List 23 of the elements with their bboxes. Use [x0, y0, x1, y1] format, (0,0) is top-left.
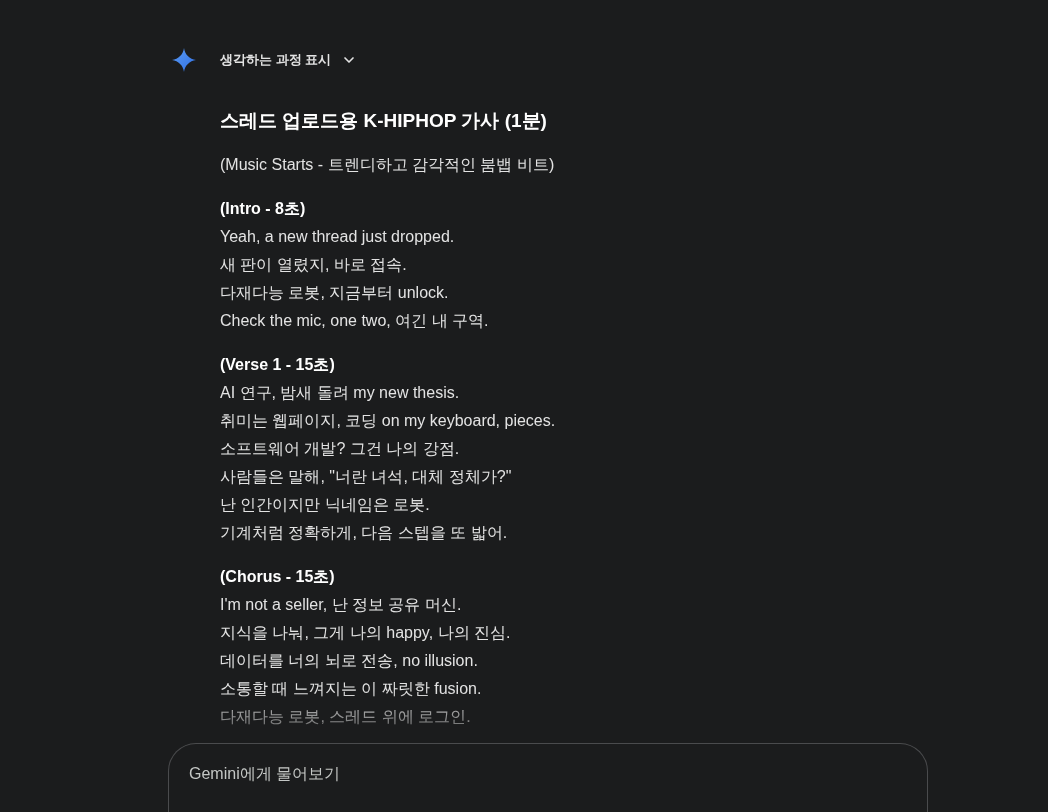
- response-title: 스레드 업로드용 K-HIPHOP 가사 (1분): [220, 109, 548, 133]
- lyric-line: 데이터를 너의 뇌로 전송, no illusion.: [220, 651, 478, 671]
- lyric-line: AI 연구, 밤새 돌려 my new thesis.: [220, 383, 460, 403]
- section-heading: (Chorus - 15초): [220, 567, 336, 587]
- section-heading: (Verse 1 - 15초): [220, 355, 336, 375]
- prompt-field[interactable]: Gemini에게 물어보기: [168, 743, 928, 812]
- lyric-line: I'm not a seller, 난 정보 공유 머신.: [220, 595, 462, 615]
- lyric-line: 취미는 웹페이지, 코딩 on my keyboard, pieces.: [220, 411, 556, 431]
- lyric-line: 사람들은 말해, "너란 녀석, 대체 정체가?": [220, 467, 512, 487]
- intro-note: (Music Starts - 트렌디하고 감각적인 붐뱁 비트): [220, 155, 556, 175]
- lyric-line: 지식을 나눠, 그게 나의 happy, 나의 진심.: [220, 623, 511, 643]
- section-heading: (Intro - 8초): [220, 199, 307, 219]
- lyric-line: Check the mic, one two, 여긴 내 구역.: [220, 311, 489, 331]
- lyric-line: 소통할 때 느껴지는 이 짜릿한 fusion.: [220, 679, 482, 699]
- lyric-line: 난 인간이지만 닉네임은 로봇.: [220, 495, 430, 515]
- lyric-line: 기계처럼 정확하게, 다음 스텝을 또 밟어.: [220, 523, 508, 543]
- lyric-line: 다재다능 로봇, 지금부터 unlock.: [220, 283, 449, 303]
- lyric-line: 새 판이 열렸지, 바로 접속.: [220, 255, 407, 275]
- lyric-line: 다재다능 로봇, 스레드 위에 로그인.: [220, 707, 471, 727]
- show-thinking-toggle[interactable]: 생각하는 과정 표시: [220, 48, 358, 72]
- lyric-line: 소프트웨어 개발? 그건 나의 강점.: [220, 439, 460, 459]
- lyric-line: Yeah, a new thread just dropped.: [220, 227, 455, 247]
- sparkle-icon: [172, 48, 196, 72]
